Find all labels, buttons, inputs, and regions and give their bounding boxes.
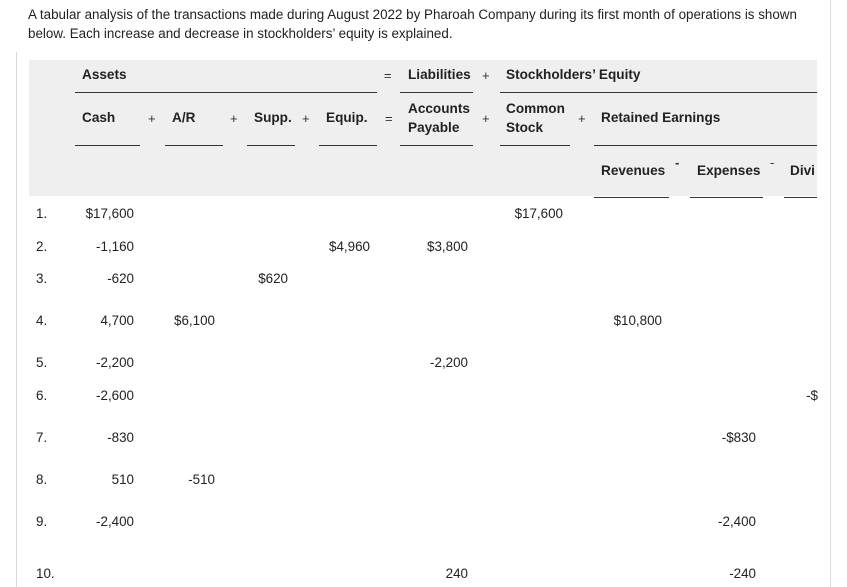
- row-8-cash: 510: [111, 472, 134, 487]
- plus-sign-4: +: [482, 111, 490, 126]
- common-stock-underline: [500, 145, 570, 146]
- retained-earnings-header: Retained Earnings: [601, 110, 721, 125]
- stockholders-equity-header: Stockholders’ Equity: [506, 67, 641, 82]
- row-number: 3.: [36, 271, 48, 286]
- plus-sign-2: +: [230, 111, 238, 126]
- row-4-cash: 4,700: [100, 313, 134, 328]
- dividends-header-clip: Divi: [786, 160, 817, 184]
- dividends-header: Divi: [790, 163, 815, 178]
- retained-earnings-underline: [594, 145, 817, 146]
- row-number: 10.: [36, 566, 55, 581]
- row-3-cash: -620: [107, 271, 134, 286]
- intro-text: A tabular analysis of the transactions m…: [28, 7, 797, 41]
- row-10-accounts-payable: 240: [445, 566, 468, 581]
- plus-sign-1: +: [148, 111, 156, 126]
- row-number: 9.: [36, 514, 48, 529]
- revenues-header: Revenues: [601, 163, 666, 178]
- row-5-accounts-payable: -2,200: [430, 355, 468, 370]
- equipment-underline: [319, 145, 377, 146]
- ar-underline: [165, 145, 223, 146]
- plus-sign-5: +: [578, 111, 586, 126]
- row-9-cash: -2,400: [96, 514, 134, 529]
- row-number: 5.: [36, 355, 48, 370]
- minus-sign-1: -: [675, 155, 680, 170]
- row-2-cash: -1,160: [96, 239, 134, 254]
- row-1-cash: $17,600: [85, 206, 134, 221]
- liabilities-underline: [400, 92, 473, 93]
- stockholders-equity-underline: [500, 92, 817, 93]
- row-4-accounts-receivable: $6,100: [174, 313, 215, 328]
- content-frame-left-border: [16, 52, 17, 587]
- minus-sign-2: -: [770, 155, 775, 170]
- liabilities-header: Liabilities: [408, 67, 471, 82]
- cash-underline: [75, 145, 140, 146]
- assets-header: Assets: [82, 67, 127, 82]
- row-number: 6.: [36, 388, 48, 403]
- row-number: 8.: [36, 472, 48, 487]
- plus-sign-top: +: [482, 68, 490, 83]
- equals-sign: =: [385, 111, 393, 126]
- expenses-header: Expenses: [697, 163, 761, 178]
- equals-sign-top: =: [384, 68, 392, 83]
- dividends-underline: [784, 197, 817, 198]
- row-2-accounts-payable: $3,800: [427, 239, 468, 254]
- ar-header: A/R: [172, 110, 196, 125]
- row-4-revenues: $10,800: [613, 313, 662, 328]
- row-6-cash: -2,600: [96, 388, 134, 403]
- plus-sign-3: +: [302, 111, 310, 126]
- supplies-header: Supp.: [254, 110, 292, 125]
- accounts-header: Accounts: [408, 101, 470, 116]
- stock-header: Stock: [506, 120, 544, 135]
- supplies-underline: [247, 145, 295, 146]
- expenses-underline: [690, 197, 763, 198]
- row-number: 2.: [36, 239, 48, 254]
- row-6-dividends: -$: [806, 388, 818, 403]
- row-1-common-stock: $17,600: [514, 206, 563, 221]
- content-frame-right-border: [830, 0, 831, 587]
- common-header: Common: [506, 101, 565, 116]
- payable-header: Payable: [408, 120, 460, 135]
- row-number: 1.: [36, 206, 48, 221]
- assets-underline: [75, 92, 377, 93]
- row-number: 4.: [36, 313, 48, 328]
- row-7-expenses: -$830: [721, 430, 756, 445]
- cash-header: Cash: [82, 110, 116, 125]
- row-3-supplies: $620: [258, 271, 288, 286]
- row-10-expenses: -240: [729, 566, 756, 581]
- row-8-accounts-receivable: -510: [188, 472, 215, 487]
- revenues-underline: [594, 197, 669, 198]
- equipment-header: Equip.: [326, 110, 368, 125]
- row-number: 7.: [36, 430, 48, 445]
- accounts-payable-underline: [400, 145, 473, 146]
- row-5-cash: -2,200: [96, 355, 134, 370]
- row-9-expenses: -2,400: [718, 514, 756, 529]
- row-7-cash: -830: [107, 430, 134, 445]
- row-2-equipment: $4,960: [329, 239, 370, 254]
